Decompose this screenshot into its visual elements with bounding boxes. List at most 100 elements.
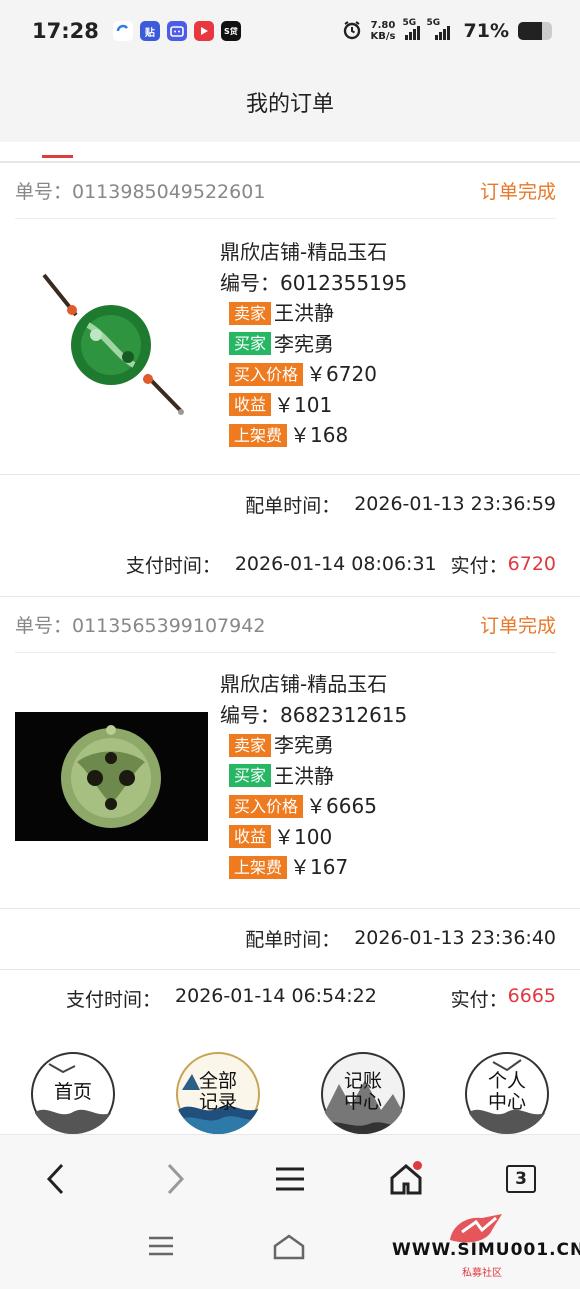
bottom-nav: 首页 全部记录 记账中心 个人中心: [0, 1046, 580, 1134]
seller-tag: 卖家: [229, 301, 272, 325]
order-status: 订单完成: [479, 181, 556, 203]
menu-button[interactable]: [268, 1157, 312, 1201]
price-row: 买入价格 ￥6665: [220, 791, 407, 822]
chevron-right-icon: [167, 1163, 185, 1195]
pay-time-row: 支付时间： 2026-01-14 06:54:22 实付： 6665: [66, 983, 556, 1013]
order-header: 单号：0113565399107942 订单完成: [15, 597, 556, 653]
paid-label: 实付：: [450, 988, 508, 1011]
tab-count: 3: [506, 1165, 536, 1193]
recents-button[interactable]: [148, 1234, 174, 1262]
buyer-tag: 买家: [229, 764, 272, 788]
divider: [0, 969, 580, 970]
match-time-label: 配单时间：: [245, 494, 341, 517]
nav-personal[interactable]: 个人中心: [463, 1050, 551, 1134]
nav-personal-label: 个人中心: [487, 1070, 526, 1113]
order-header: 单号：0113985049522601 订单完成: [15, 163, 556, 219]
home-button[interactable]: [384, 1157, 428, 1201]
pay-time-value: 2026-01-14 08:06:31: [234, 553, 437, 575]
nav-accounting[interactable]: 记账中心: [319, 1050, 407, 1134]
price-row: 买入价格 ￥6720: [220, 359, 407, 390]
title-bar: 我的订单: [0, 62, 580, 142]
price-value: ￥6720: [306, 362, 377, 387]
buyer-name: 李宪勇: [274, 331, 335, 356]
paid-amount: 6665: [507, 984, 556, 1007]
recents-icon: [149, 1236, 173, 1256]
signal-icon: 5G: [403, 18, 420, 40]
shop-name: 鼎欣店铺-精品玉石: [220, 240, 388, 265]
watermark-site: WWW.SIMU001.CN: [392, 1240, 580, 1260]
order-number: 单号：0113565399107942: [15, 615, 266, 637]
profit-value: ￥101: [274, 392, 333, 417]
match-time-row: 配单时间： 2026-01-13 23:36:40: [245, 923, 556, 953]
seller-row: 卖家 李宪勇: [220, 730, 407, 761]
watermark-sub: 私募社区: [462, 1268, 502, 1279]
fee-row: 上架费 ￥168: [220, 420, 407, 451]
chevron-left-icon: [46, 1163, 64, 1195]
profit-tag: 收益: [229, 393, 272, 417]
pay-time-row: 支付时间： 2026-01-14 08:06:31 实付： 6720: [126, 549, 556, 579]
notification-dot: [413, 1161, 422, 1170]
system-home-button[interactable]: [273, 1234, 305, 1264]
seller-tag: 卖家: [229, 733, 272, 757]
watermark: WWW.SIMU001.CN 私募社区: [392, 1210, 580, 1285]
battery-percent: 71%: [463, 20, 509, 42]
pay-time-label: 支付时间：: [66, 988, 162, 1011]
status-bar: 17:28 贴 S贷 7.80 KB/s 5G 5G 71%: [0, 0, 580, 62]
sync-icon: [112, 21, 133, 41]
shop-name: 鼎欣店铺-精品玉石: [220, 672, 388, 697]
tab-indicator: [42, 155, 73, 158]
back-button[interactable]: [34, 1157, 78, 1201]
page-title: 我的订单: [245, 92, 334, 117]
nav-home[interactable]: 首页: [29, 1050, 117, 1134]
product-code: 编号：6012355195: [220, 270, 408, 295]
bilibili-icon: [166, 21, 187, 41]
signal-icon-2: 5G: [427, 18, 455, 40]
profit-row: 收益 ￥101: [220, 390, 407, 421]
video-icon: [193, 21, 214, 41]
s-app-icon: S贷: [220, 21, 241, 41]
nav-all-records[interactable]: 全部记录: [174, 1050, 262, 1134]
product-info: 鼎欣店铺-精品玉石 编号：8682312615 卖家 李宪勇 买家 王洪静 买入…: [220, 669, 407, 883]
notification-icons: 贴 S贷: [112, 21, 241, 41]
forward-button[interactable]: [153, 1157, 197, 1201]
match-time-row: 配单时间： 2026-01-13 23:36:59: [245, 489, 556, 519]
fee-tag: 上架费: [229, 855, 288, 879]
match-time-value: 2026-01-13 23:36:59: [354, 493, 556, 515]
order-status: 订单完成: [479, 615, 556, 637]
seller-name: 王洪静: [274, 301, 335, 326]
menu-icon: [276, 1167, 304, 1191]
nav-all-records-label: 全部记录: [198, 1070, 237, 1113]
profit-tag: 收益: [229, 825, 272, 849]
paid-amount: 6720: [507, 553, 556, 575]
pay-time-label: 支付时间：: [125, 554, 221, 577]
product-image[interactable]: [15, 712, 208, 841]
fee-value: ￥167: [290, 855, 349, 880]
price-value: ￥6665: [306, 794, 377, 819]
match-time-value: 2026-01-13 23:36:40: [354, 927, 556, 949]
nav-home-label: 首页: [53, 1080, 92, 1103]
nav-accounting-label: 记账中心: [343, 1070, 382, 1113]
profit-row: 收益 ￥100: [220, 822, 407, 853]
buyer-tag: 买家: [229, 332, 272, 356]
match-time-label: 配单时间：: [245, 928, 341, 951]
alarm-icon: [342, 20, 362, 43]
fee-tag: 上架费: [229, 423, 288, 447]
profit-value: ￥100: [274, 824, 333, 849]
divider: [0, 908, 580, 909]
pay-time-value: 2026-01-14 06:54:22: [175, 984, 377, 1007]
product-image[interactable]: [36, 265, 186, 425]
buyer-row: 买家 李宪勇: [220, 329, 407, 360]
fee-row: 上架费 ￥167: [220, 852, 407, 883]
fee-value: ￥168: [290, 423, 349, 448]
paid-label: 实付：: [450, 554, 508, 577]
tabs-button[interactable]: 3: [499, 1157, 543, 1201]
buyer-name: 王洪静: [274, 763, 335, 788]
browser-toolbar: 3: [0, 1134, 580, 1220]
net-speed: 7.80 KB/s: [370, 20, 396, 42]
order-card[interactable]: 单号：0113565399107942 订单完成 鼎欣店铺-精品玉石 编号：86…: [0, 597, 580, 1037]
battery-icon: [518, 22, 552, 40]
product-code: 编号：8682312615: [220, 702, 408, 727]
divider: [0, 474, 580, 475]
home-outline-icon: [273, 1234, 305, 1260]
order-card[interactable]: 单号：0113985049522601 订单完成 鼎欣店铺-精品玉石 编号：60…: [0, 163, 580, 597]
